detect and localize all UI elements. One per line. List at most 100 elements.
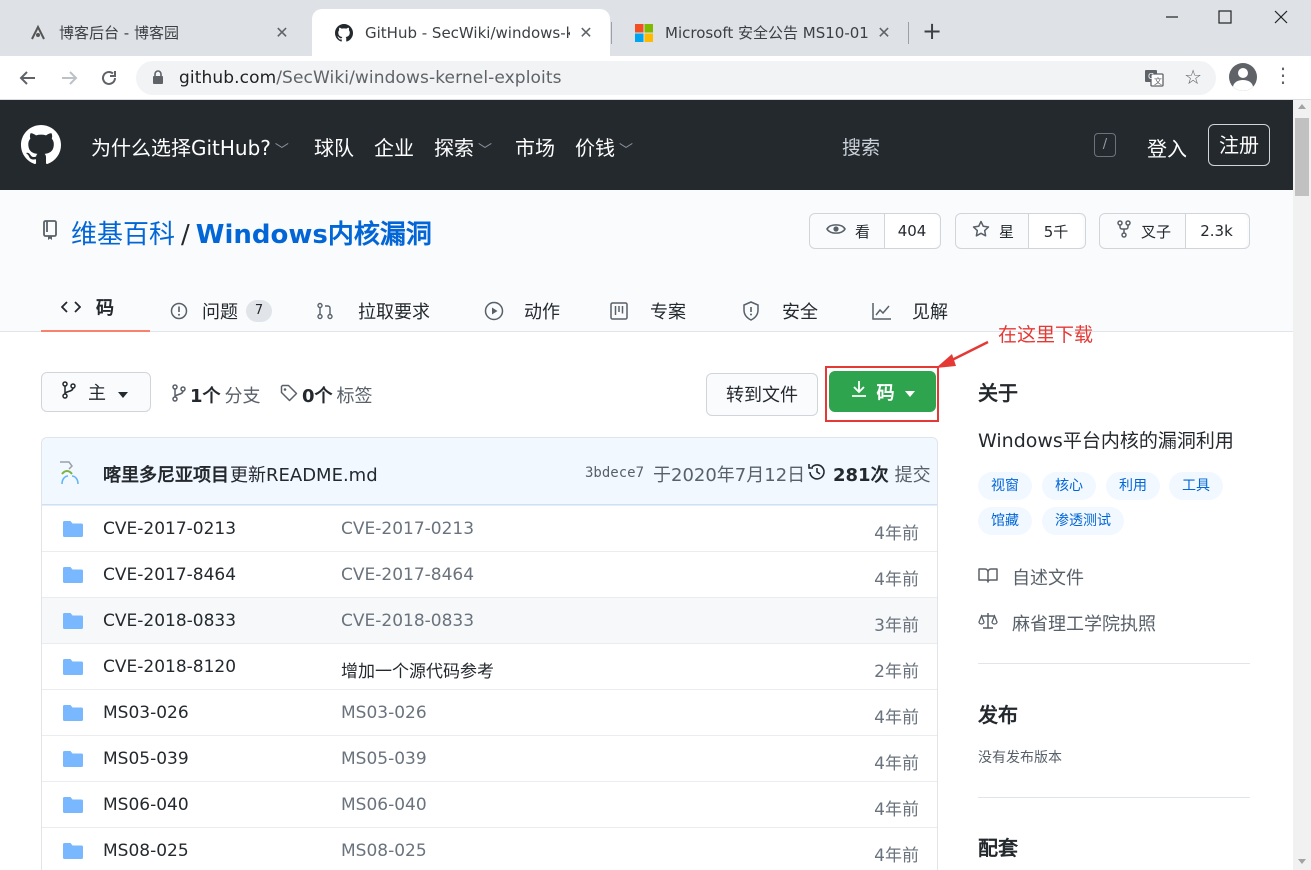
- file-row[interactable]: MS05-039 MS05-039 4年前: [42, 735, 937, 781]
- tab-projects[interactable]: 专案: [610, 290, 686, 332]
- sign-in-link[interactable]: 登入: [1147, 133, 1187, 162]
- releases-heading[interactable]: 发布: [978, 699, 1018, 728]
- search-input[interactable]: 搜索: [842, 133, 880, 160]
- maximize-window-icon[interactable]: [1210, 8, 1240, 29]
- new-tab-button[interactable]: +: [922, 17, 942, 45]
- reload-icon[interactable]: [95, 64, 123, 92]
- file-row[interactable]: CVE-2018-0833 CVE-2018-0833 3年前: [42, 597, 937, 643]
- github-logo-icon[interactable]: [21, 125, 61, 169]
- file-name[interactable]: CVE-2018-8120: [103, 657, 236, 677]
- nav-pricing[interactable]: 价钱 ﹀: [575, 132, 633, 161]
- nav-team[interactable]: 球队: [314, 132, 354, 161]
- file-commit-message[interactable]: MS06-040: [341, 795, 427, 815]
- nav-marketplace[interactable]: 市场: [515, 132, 555, 161]
- nav-explore[interactable]: 探索 ﹀: [434, 132, 492, 161]
- scrollbar-thumb[interactable]: [1295, 118, 1309, 196]
- tab-pull-requests[interactable]: 拉取要求: [316, 290, 430, 332]
- file-name[interactable]: CVE-2017-8464: [103, 565, 236, 585]
- tab-close-icon[interactable]: ✕: [272, 23, 292, 42]
- go-to-file-button[interactable]: 转到文件: [706, 373, 818, 416]
- commit-sha[interactable]: 3bdece7: [585, 465, 644, 481]
- file-name[interactable]: MS05-039: [103, 749, 189, 769]
- watch-count[interactable]: 404: [885, 214, 940, 248]
- chevron-down-icon: ﹀: [274, 143, 289, 159]
- profile-avatar-icon[interactable]: [1229, 63, 1257, 91]
- github-favicon-icon: [334, 23, 354, 43]
- page-scrollbar[interactable]: [1293, 100, 1311, 870]
- nav-enterprise[interactable]: 企业: [374, 132, 414, 161]
- file-name[interactable]: MS06-040: [103, 795, 189, 815]
- file-row[interactable]: MS06-040 MS06-040 4年前: [42, 781, 937, 827]
- file-name[interactable]: CVE-2018-0833: [103, 611, 236, 631]
- file-name[interactable]: MS03-026: [103, 703, 189, 723]
- file-row[interactable]: MS03-026 MS03-026 4年前: [42, 689, 937, 735]
- watch-button[interactable]: 看 404: [809, 213, 941, 249]
- browser-tab-github[interactable]: GitHub - SecWiki/windows-kernel-exploits…: [312, 9, 610, 56]
- branches-label: 分支: [224, 386, 261, 407]
- commits-history-link[interactable]: 281次 提交: [807, 461, 931, 487]
- tab-close-icon[interactable]: ✕: [576, 23, 596, 42]
- repo-name-link[interactable]: Windows内核漏洞: [196, 220, 432, 250]
- translate-icon[interactable]: G文: [1144, 68, 1164, 92]
- file-age: 4年前: [874, 754, 919, 774]
- tags-label: 标签: [336, 386, 373, 407]
- star-button[interactable]: 星 5千: [955, 213, 1086, 249]
- browser-tab-microsoft[interactable]: Microsoft 安全公告 MS10-015 ✕: [612, 9, 908, 56]
- file-name[interactable]: MS08-025: [103, 841, 189, 861]
- minimize-window-icon[interactable]: [1157, 8, 1187, 29]
- scroll-down-arrow-icon[interactable]: [1298, 859, 1306, 864]
- repo-owner-link[interactable]: 维基百科: [71, 220, 175, 250]
- folder-icon: [62, 842, 84, 865]
- nav-why-github[interactable]: 为什么选择GitHub? ﹀: [91, 132, 289, 161]
- close-window-icon[interactable]: [1266, 8, 1296, 29]
- tab-close-icon[interactable]: ✕: [874, 23, 894, 42]
- forward-arrow-icon[interactable]: [55, 64, 83, 92]
- cnblogs-favicon-icon: [28, 23, 48, 43]
- tags-link[interactable]: 0个 标签: [280, 382, 373, 408]
- fork-button[interactable]: 叉子 2.3k: [1099, 213, 1250, 249]
- tab-actions[interactable]: 动作: [484, 290, 560, 332]
- tab-issues[interactable]: 问题 7: [170, 290, 272, 332]
- file-row[interactable]: CVE-2017-0213 CVE-2017-0213 4年前: [42, 505, 937, 551]
- file-row[interactable]: MS08-025 MS08-025 4年前: [42, 827, 937, 870]
- file-commit-message[interactable]: 增加一个源代码参考: [341, 657, 494, 682]
- file-row[interactable]: CVE-2018-8120 增加一个源代码参考 2年前: [42, 643, 937, 689]
- file-row[interactable]: CVE-2017-8464 CVE-2017-8464 4年前: [42, 551, 937, 597]
- packages-heading[interactable]: 配套: [978, 832, 1018, 861]
- branch-select-button[interactable]: 主: [41, 372, 151, 412]
- topic-tag[interactable]: 馆藏: [978, 507, 1032, 535]
- project-icon: [610, 302, 628, 320]
- file-commit-message[interactable]: MS08-025: [341, 841, 427, 861]
- fork-count[interactable]: 2.3k: [1186, 214, 1248, 248]
- browser-menu-icon[interactable]: ⋮: [1273, 63, 1293, 87]
- branches-link[interactable]: 1个 分支: [172, 382, 261, 408]
- file-name[interactable]: CVE-2017-0213: [103, 519, 236, 539]
- topic-tag[interactable]: 核心: [1042, 472, 1096, 500]
- bookmark-star-icon[interactable]: ☆: [1184, 65, 1202, 89]
- tab-insights[interactable]: 见解: [872, 290, 948, 332]
- address-bar[interactable]: github.com/SecWiki/windows-kernel-exploi…: [136, 61, 1216, 95]
- star-count[interactable]: 5千: [1029, 214, 1084, 248]
- scroll-up-arrow-icon[interactable]: [1298, 104, 1306, 109]
- commit-author[interactable]: 喀里多尼亚项目: [103, 461, 229, 487]
- file-commit-message[interactable]: MS03-026: [341, 703, 427, 723]
- sign-up-button[interactable]: 注册: [1208, 124, 1270, 166]
- back-arrow-icon[interactable]: [14, 64, 42, 92]
- tab-security[interactable]: 安全: [742, 290, 818, 332]
- commit-message[interactable]: 更新README.md: [230, 461, 378, 487]
- topic-tag[interactable]: 视窗: [978, 472, 1032, 500]
- file-commit-message[interactable]: CVE-2017-0213: [341, 519, 474, 539]
- file-commit-message[interactable]: CVE-2018-0833: [341, 611, 474, 631]
- readme-link[interactable]: 自述文件: [978, 564, 1084, 590]
- file-commit-message[interactable]: CVE-2017-8464: [341, 565, 474, 585]
- tab-label: 见解: [912, 302, 948, 323]
- topic-tag[interactable]: 渗透测试: [1042, 507, 1124, 535]
- topic-tag[interactable]: 工具: [1169, 472, 1223, 500]
- topic-tag[interactable]: 利用: [1106, 472, 1160, 500]
- browser-tab-cnblogs[interactable]: 博客后台 - 博客园 ✕: [6, 9, 306, 56]
- file-age: 4年前: [874, 570, 919, 590]
- license-link[interactable]: 麻省理工学院执照: [978, 610, 1156, 636]
- tab-code[interactable]: 码: [41, 290, 150, 332]
- file-commit-message[interactable]: MS05-039: [341, 749, 427, 769]
- star-label: 星: [999, 222, 1015, 241]
